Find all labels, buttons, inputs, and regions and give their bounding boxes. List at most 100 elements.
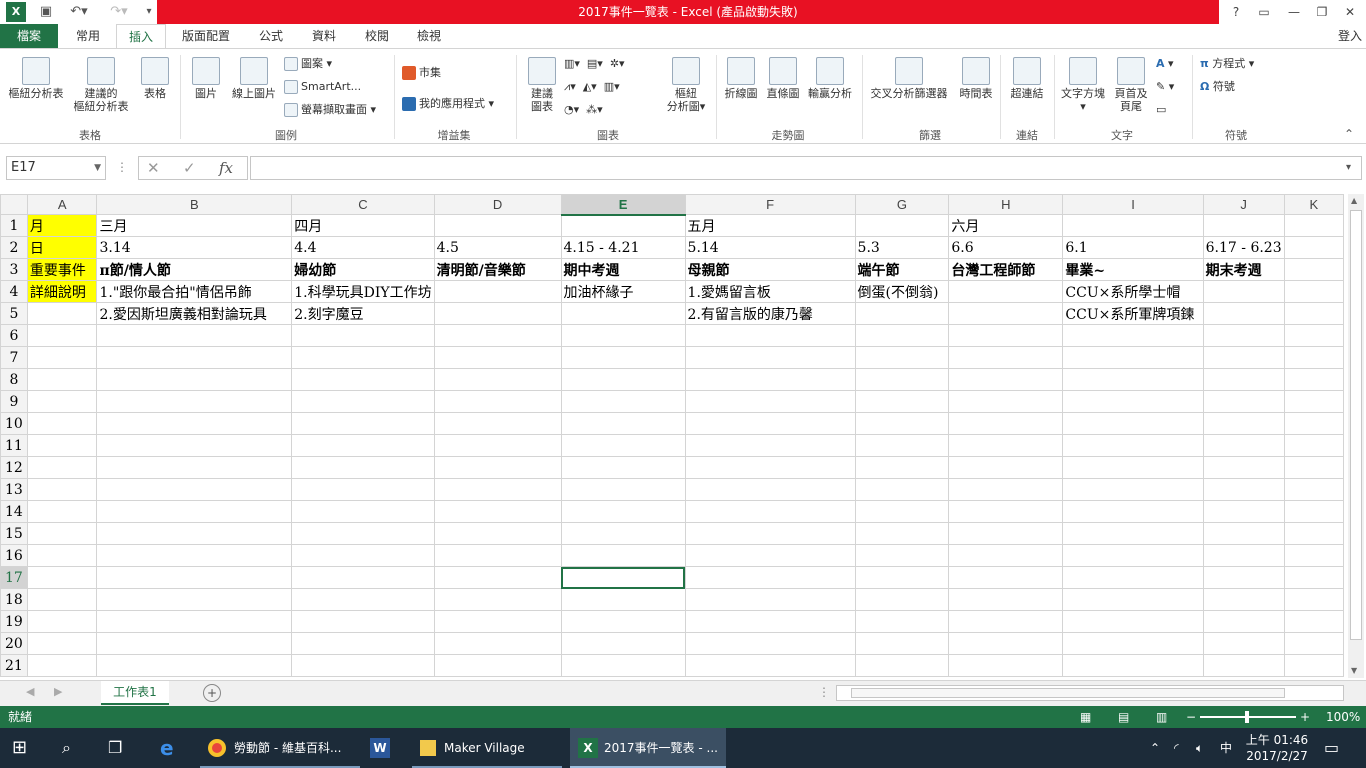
cell[interactable] xyxy=(560,588,686,611)
cell[interactable] xyxy=(948,324,1064,347)
windows-start-icon[interactable]: ⊞ xyxy=(12,728,36,768)
cell[interactable] xyxy=(684,610,856,633)
timeline-button[interactable]: 時間表 xyxy=(956,57,996,100)
row-header[interactable]: 11 xyxy=(0,434,28,457)
cell[interactable] xyxy=(948,412,1064,435)
row-header[interactable]: 12 xyxy=(0,456,28,479)
cell[interactable] xyxy=(1062,412,1204,435)
row-header[interactable]: 19 xyxy=(0,610,28,633)
ribbon-display-icon[interactable]: ▭ xyxy=(1250,0,1278,24)
cell[interactable] xyxy=(854,566,950,589)
cell[interactable] xyxy=(1283,588,1344,611)
cell[interactable] xyxy=(291,588,435,611)
vertical-scrollbar[interactable]: ▲ ▼ xyxy=(1348,194,1364,678)
cell[interactable] xyxy=(684,324,856,347)
restore-button[interactable]: ❐ xyxy=(1308,0,1336,24)
cell[interactable]: 2.刻字魔豆 xyxy=(291,302,435,325)
cell[interactable] xyxy=(1283,522,1344,545)
cell[interactable] xyxy=(1283,346,1344,369)
cell[interactable] xyxy=(854,588,950,611)
cell[interactable] xyxy=(433,214,562,237)
pie-chart-menu[interactable]: ◔▾ ⁂▾ xyxy=(564,101,603,119)
cell[interactable]: 期中考週 xyxy=(560,258,686,281)
cell[interactable] xyxy=(26,610,98,633)
sparkline-winloss-button[interactable]: 輸贏分析 xyxy=(806,57,854,100)
active-cell[interactable] xyxy=(560,566,686,589)
cell[interactable]: 1.科學玩具DIY工作坊 xyxy=(291,280,435,303)
cell[interactable] xyxy=(96,632,293,655)
cell[interactable]: 三月 xyxy=(96,214,293,237)
tab-review[interactable]: 校閱 xyxy=(354,24,400,48)
cell[interactable]: 4.4 xyxy=(291,236,435,259)
cell[interactable] xyxy=(433,302,562,325)
cell[interactable] xyxy=(684,522,856,545)
cell[interactable]: 倒蛋(不倒翁) xyxy=(854,280,950,303)
cell[interactable]: 1.愛媽留言板 xyxy=(684,280,856,303)
online-pictures-button[interactable]: 線上圖片 xyxy=(228,57,280,100)
cell[interactable] xyxy=(854,654,950,677)
cell[interactable] xyxy=(684,500,856,523)
cell[interactable] xyxy=(854,214,950,237)
cell[interactable] xyxy=(1202,390,1285,413)
splitter-icon[interactable]: ⋮ xyxy=(818,685,830,699)
cell[interactable] xyxy=(26,434,98,457)
row-header[interactable]: 10 xyxy=(0,412,28,435)
cell[interactable] xyxy=(96,610,293,633)
cell[interactable]: 母親節 xyxy=(684,258,856,281)
cell[interactable]: CCU×系所學士帽 xyxy=(1062,280,1204,303)
cell[interactable]: 4.5 xyxy=(433,236,562,259)
cell[interactable] xyxy=(96,412,293,435)
equation-button[interactable]: π 方程式 ▾ xyxy=(1200,55,1254,73)
prev-sheet-icon[interactable]: ◀ xyxy=(26,685,34,698)
cell[interactable] xyxy=(1283,412,1344,435)
cell[interactable] xyxy=(854,610,950,633)
cell[interactable] xyxy=(433,434,562,457)
cell[interactable] xyxy=(96,368,293,391)
cell[interactable] xyxy=(291,478,435,501)
row-header[interactable]: 14 xyxy=(0,500,28,523)
cell[interactable]: 4.15 - 4.21 xyxy=(560,236,686,259)
scroll-down-icon[interactable]: ▼ xyxy=(1351,666,1357,675)
expand-formula-icon[interactable]: ▾ xyxy=(1346,162,1351,173)
close-button[interactable]: ✕ xyxy=(1336,0,1364,24)
help-button[interactable]: ? xyxy=(1222,0,1250,24)
cell[interactable]: 1."跟你最合拍"情侶吊飾 xyxy=(96,280,293,303)
zoom-in-icon[interactable]: + xyxy=(1300,706,1310,728)
signin-link[interactable]: 登入 xyxy=(1334,24,1366,48)
cell[interactable] xyxy=(291,544,435,567)
collapse-ribbon-icon[interactable]: ⌃ xyxy=(1344,127,1354,141)
cell[interactable] xyxy=(433,654,562,677)
cell[interactable] xyxy=(1062,654,1204,677)
cell[interactable]: 畢業~ xyxy=(1062,258,1204,281)
hyperlink-button[interactable]: 超連結 xyxy=(1006,57,1048,100)
cancel-icon[interactable]: ✕ xyxy=(147,157,160,179)
cell[interactable] xyxy=(1202,368,1285,391)
column-header[interactable]: D xyxy=(433,194,562,215)
cell[interactable] xyxy=(560,456,686,479)
cell[interactable] xyxy=(1202,280,1285,303)
my-addins-button[interactable]: 我的應用程式 ▾ xyxy=(402,95,494,113)
cell[interactable] xyxy=(26,368,98,391)
cell[interactable] xyxy=(684,566,856,589)
cell[interactable] xyxy=(1062,368,1204,391)
cell[interactable] xyxy=(1202,588,1285,611)
cell[interactable] xyxy=(96,566,293,589)
cell[interactable] xyxy=(854,346,950,369)
cell[interactable] xyxy=(96,456,293,479)
cell[interactable] xyxy=(560,346,686,369)
cell[interactable]: 婦幼節 xyxy=(291,258,435,281)
cell[interactable] xyxy=(1202,566,1285,589)
cell[interactable] xyxy=(26,522,98,545)
cell[interactable] xyxy=(1283,654,1344,677)
cell[interactable] xyxy=(560,324,686,347)
cell[interactable] xyxy=(291,368,435,391)
sparkline-line-button[interactable]: 折線圖 xyxy=(722,57,760,100)
cell[interactable] xyxy=(854,632,950,655)
cell[interactable] xyxy=(1062,522,1204,545)
cell[interactable] xyxy=(948,346,1064,369)
cell[interactable] xyxy=(1283,236,1344,259)
horizontal-scrollbar[interactable] xyxy=(836,685,1344,701)
column-header[interactable]: A xyxy=(26,194,98,215)
cell[interactable] xyxy=(291,500,435,523)
cell[interactable] xyxy=(26,478,98,501)
